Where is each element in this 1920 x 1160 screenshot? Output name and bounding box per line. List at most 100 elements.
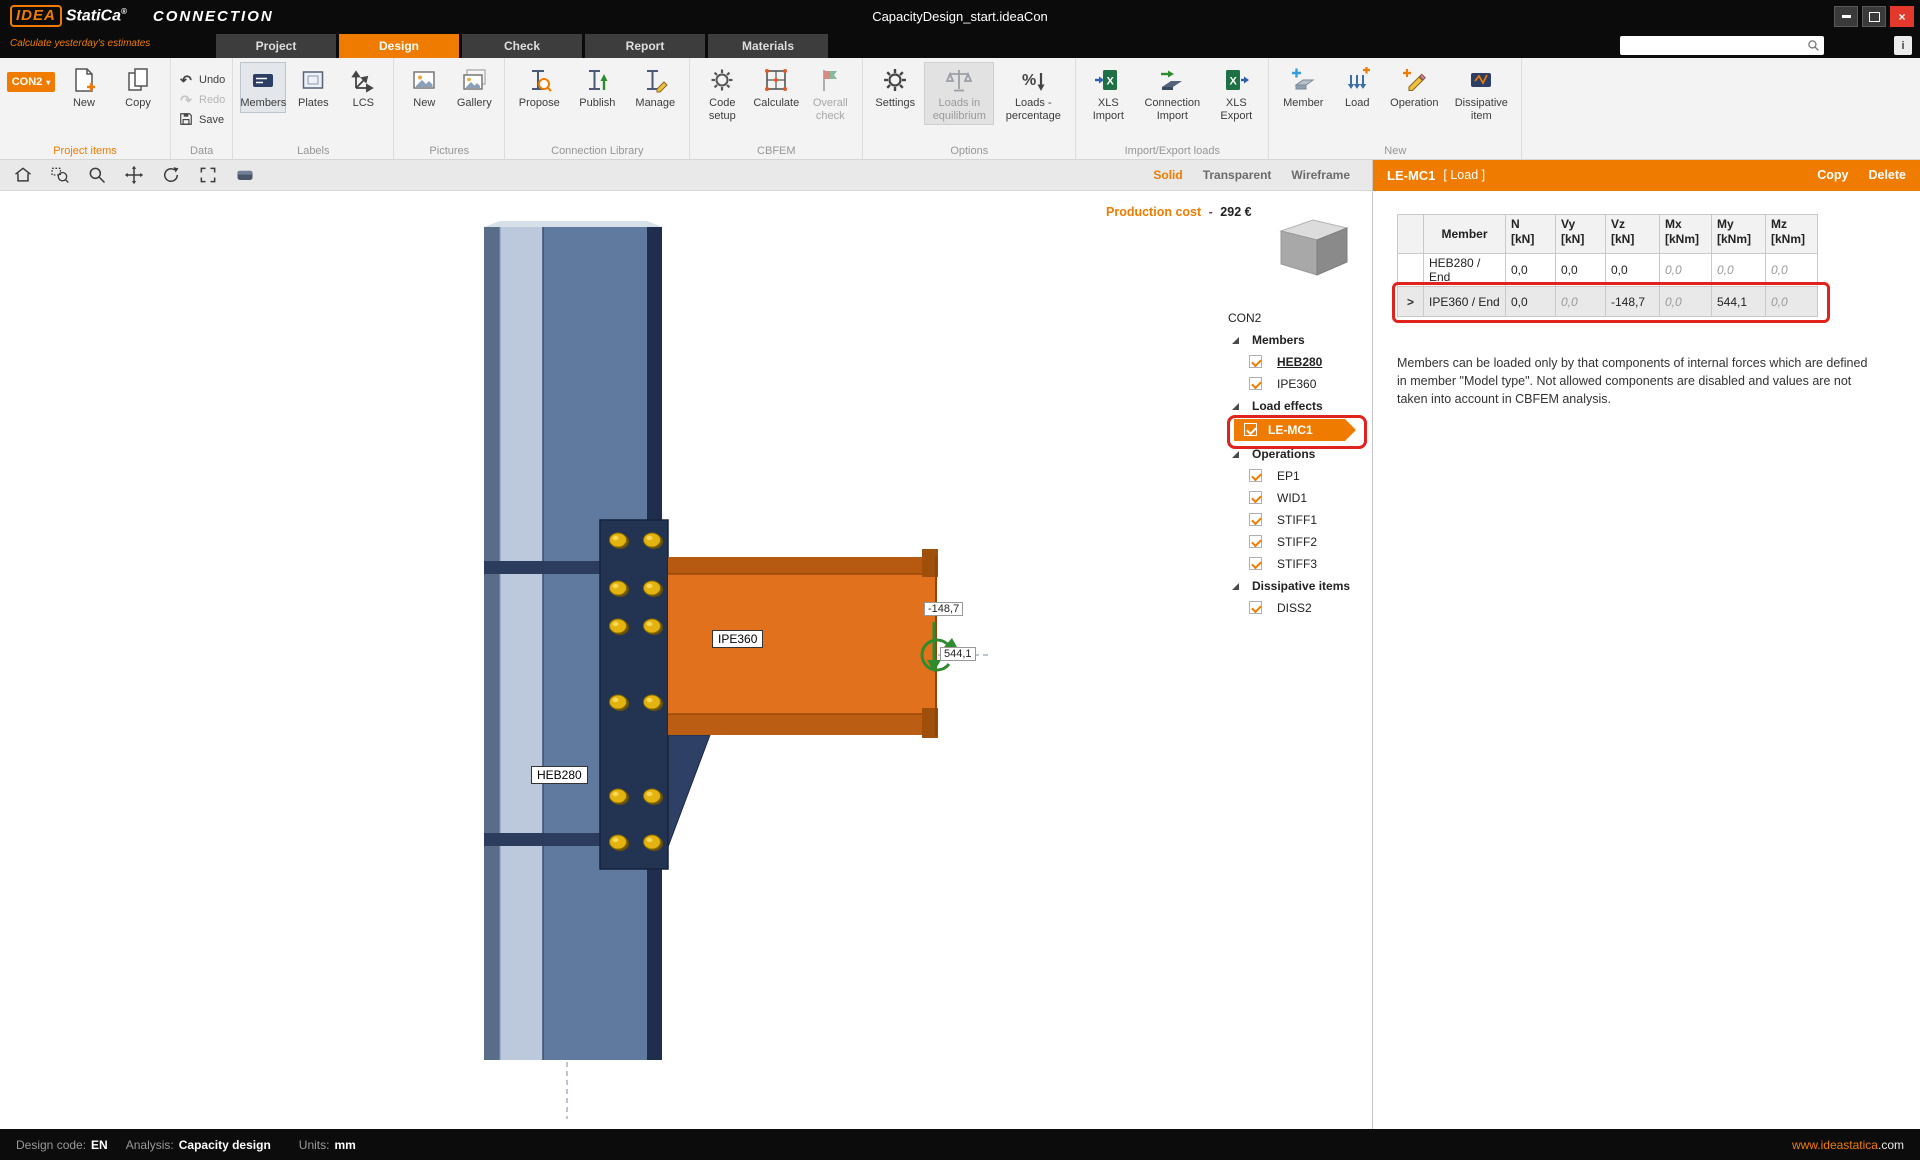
new-member-button[interactable]: Member	[1276, 62, 1330, 113]
checkbox-checked[interactable]	[1249, 377, 1262, 390]
render-mode-wireframe[interactable]: Wireframe	[1291, 168, 1350, 182]
calculate-button[interactable]: Calculate	[751, 62, 801, 113]
home-view-icon[interactable]	[12, 164, 34, 186]
calculate-mesh-icon	[761, 65, 791, 95]
new-load-button[interactable]: Load	[1334, 62, 1380, 113]
checkbox-checked[interactable]	[1249, 513, 1262, 526]
labels-lcs-toggle[interactable]: LCS	[340, 62, 386, 113]
library-propose-button[interactable]: Propose	[512, 62, 566, 113]
checkbox-checked[interactable]	[1249, 355, 1262, 368]
tree-item-stiff2[interactable]: STIFF2	[1222, 531, 1372, 553]
picture-new-button[interactable]: New	[401, 62, 447, 113]
group-label: Labels	[297, 145, 330, 157]
rotate-view-icon[interactable]	[160, 164, 182, 186]
library-publish-button[interactable]: Publish	[570, 62, 624, 113]
connection-3d-scene[interactable]	[0, 191, 1372, 1129]
tree-item-heb280[interactable]: HEB280	[1222, 351, 1372, 373]
vy-cell[interactable]: 0,0	[1555, 253, 1606, 287]
maximize-button[interactable]	[1862, 6, 1886, 27]
zoom-fit-icon[interactable]	[197, 164, 219, 186]
table-row-heb280[interactable]: HEB280 / End 0,0 0,0 0,0 0,0 0,0 0,0	[1397, 253, 1818, 287]
minimize-button[interactable]	[1834, 6, 1858, 27]
vz-cell[interactable]: 0,0	[1605, 253, 1660, 287]
tab-materials[interactable]: Materials	[708, 34, 828, 58]
tab-project[interactable]: Project	[216, 34, 336, 58]
render-mode-transparent[interactable]: Transparent	[1203, 168, 1272, 182]
pan-icon[interactable]	[123, 164, 145, 186]
vz-cell[interactable]: -148,7	[1605, 286, 1660, 317]
plate-label-icon	[298, 65, 328, 95]
search-icon[interactable]	[1807, 39, 1820, 52]
zoom-window-icon[interactable]	[49, 164, 71, 186]
new-project-item-button[interactable]: New	[59, 62, 109, 113]
xls-export-button[interactable]: X XLS Export	[1211, 62, 1261, 125]
tree-item-wid1[interactable]: WID1	[1222, 487, 1372, 509]
save-button[interactable]: Save	[178, 111, 225, 128]
navigation-cube[interactable]	[1271, 215, 1353, 281]
copy-project-item-button[interactable]: Copy	[113, 62, 163, 113]
tree-group-members[interactable]: Members	[1222, 329, 1372, 351]
n-cell[interactable]: 0,0	[1505, 253, 1556, 287]
tree-item-ipe360[interactable]: IPE360	[1222, 373, 1372, 395]
tree-group-dissipative-items[interactable]: Dissipative items	[1222, 575, 1372, 597]
expander-triangle-icon[interactable]	[1232, 337, 1239, 344]
my-cell[interactable]: 544,1	[1711, 286, 1766, 317]
undo-button[interactable]: ↶ Undo	[178, 71, 225, 88]
info-button[interactable]: i	[1894, 36, 1912, 55]
expander-triangle-icon[interactable]	[1232, 451, 1239, 458]
checkbox-checked[interactable]	[1249, 491, 1262, 504]
expander-triangle-icon[interactable]	[1232, 583, 1239, 590]
checkbox-checked[interactable]	[1249, 601, 1262, 614]
column-header-n: N [kN]	[1505, 214, 1556, 254]
close-button[interactable]: ×	[1890, 6, 1914, 27]
gallery-icon	[459, 65, 489, 95]
project-item-selector[interactable]: CON2 ▾	[7, 72, 55, 92]
overall-check-button[interactable]: Overall check	[805, 62, 855, 125]
connection-import-button[interactable]: Connection Import	[1137, 62, 1207, 125]
settings-button[interactable]: Settings	[870, 62, 920, 113]
render-mode-solid[interactable]: Solid	[1153, 168, 1182, 182]
tree-item-le-mc1-row: LE-MC1	[1222, 415, 1372, 449]
chevron-down-icon: ▾	[46, 77, 51, 87]
checkbox-checked[interactable]	[1244, 423, 1257, 436]
checkbox-checked[interactable]	[1249, 469, 1262, 482]
copy-load-button[interactable]: Copy	[1817, 168, 1848, 182]
tree-group-load-effects[interactable]: Load effects	[1222, 395, 1372, 417]
tree-root-con2[interactable]: CON2	[1222, 307, 1372, 329]
checkbox-checked[interactable]	[1249, 535, 1262, 548]
table-row-ipe360[interactable]: > IPE360 / End 0,0 0,0 -148,7 0,0 544,1 …	[1397, 286, 1818, 317]
check-flag-icon	[815, 65, 845, 95]
column-header-vz: Vz [kN]	[1605, 214, 1660, 254]
tree-group-operations[interactable]: Operations	[1222, 443, 1372, 465]
tab-design[interactable]: Design	[339, 34, 459, 58]
tree-item-le-mc1[interactable]: LE-MC1	[1234, 419, 1356, 441]
loads-in-equilibrium-toggle[interactable]: Loads in equilibrium	[924, 62, 995, 126]
picture-gallery-button[interactable]: Gallery	[451, 62, 497, 113]
xls-import-button[interactable]: X XLS Import	[1083, 62, 1133, 125]
new-operation-button[interactable]: Operation	[1384, 62, 1444, 113]
checkbox-checked[interactable]	[1249, 557, 1262, 570]
clipping-plane-icon[interactable]	[234, 164, 256, 186]
labels-plates-toggle[interactable]: Plates	[290, 62, 336, 113]
n-cell[interactable]: 0,0	[1505, 286, 1556, 317]
tree-item-stiff1[interactable]: STIFF1	[1222, 509, 1372, 531]
viewport-3d[interactable]: Solid Transparent Wireframe Production c…	[0, 159, 1372, 1129]
tree-item-diss2[interactable]: DISS2	[1222, 597, 1372, 619]
expander-triangle-icon[interactable]	[1232, 403, 1239, 410]
tab-check[interactable]: Check	[462, 34, 582, 58]
redo-button[interactable]: ↷ Redo	[178, 91, 225, 108]
tree-item-stiff3[interactable]: STIFF3	[1222, 553, 1372, 575]
labels-members-toggle[interactable]: Members	[240, 62, 287, 113]
production-cost: Production cost - 292 €	[1106, 205, 1252, 219]
code-setup-button[interactable]: Code setup	[697, 62, 747, 125]
new-dissipative-item-button[interactable]: Dissipative item	[1448, 62, 1514, 125]
search-input[interactable]	[1624, 38, 1807, 53]
website-link[interactable]: www.ideastatica.com	[1792, 1138, 1904, 1152]
row-expander-chevron[interactable]: >	[1397, 286, 1424, 317]
library-manage-button[interactable]: Manage	[628, 62, 682, 113]
zoom-icon[interactable]	[86, 164, 108, 186]
delete-load-button[interactable]: Delete	[1868, 168, 1906, 182]
tree-item-ep1[interactable]: EP1	[1222, 465, 1372, 487]
loads-percentage-button[interactable]: % Loads - percentage	[998, 62, 1068, 125]
tab-report[interactable]: Report	[585, 34, 705, 58]
